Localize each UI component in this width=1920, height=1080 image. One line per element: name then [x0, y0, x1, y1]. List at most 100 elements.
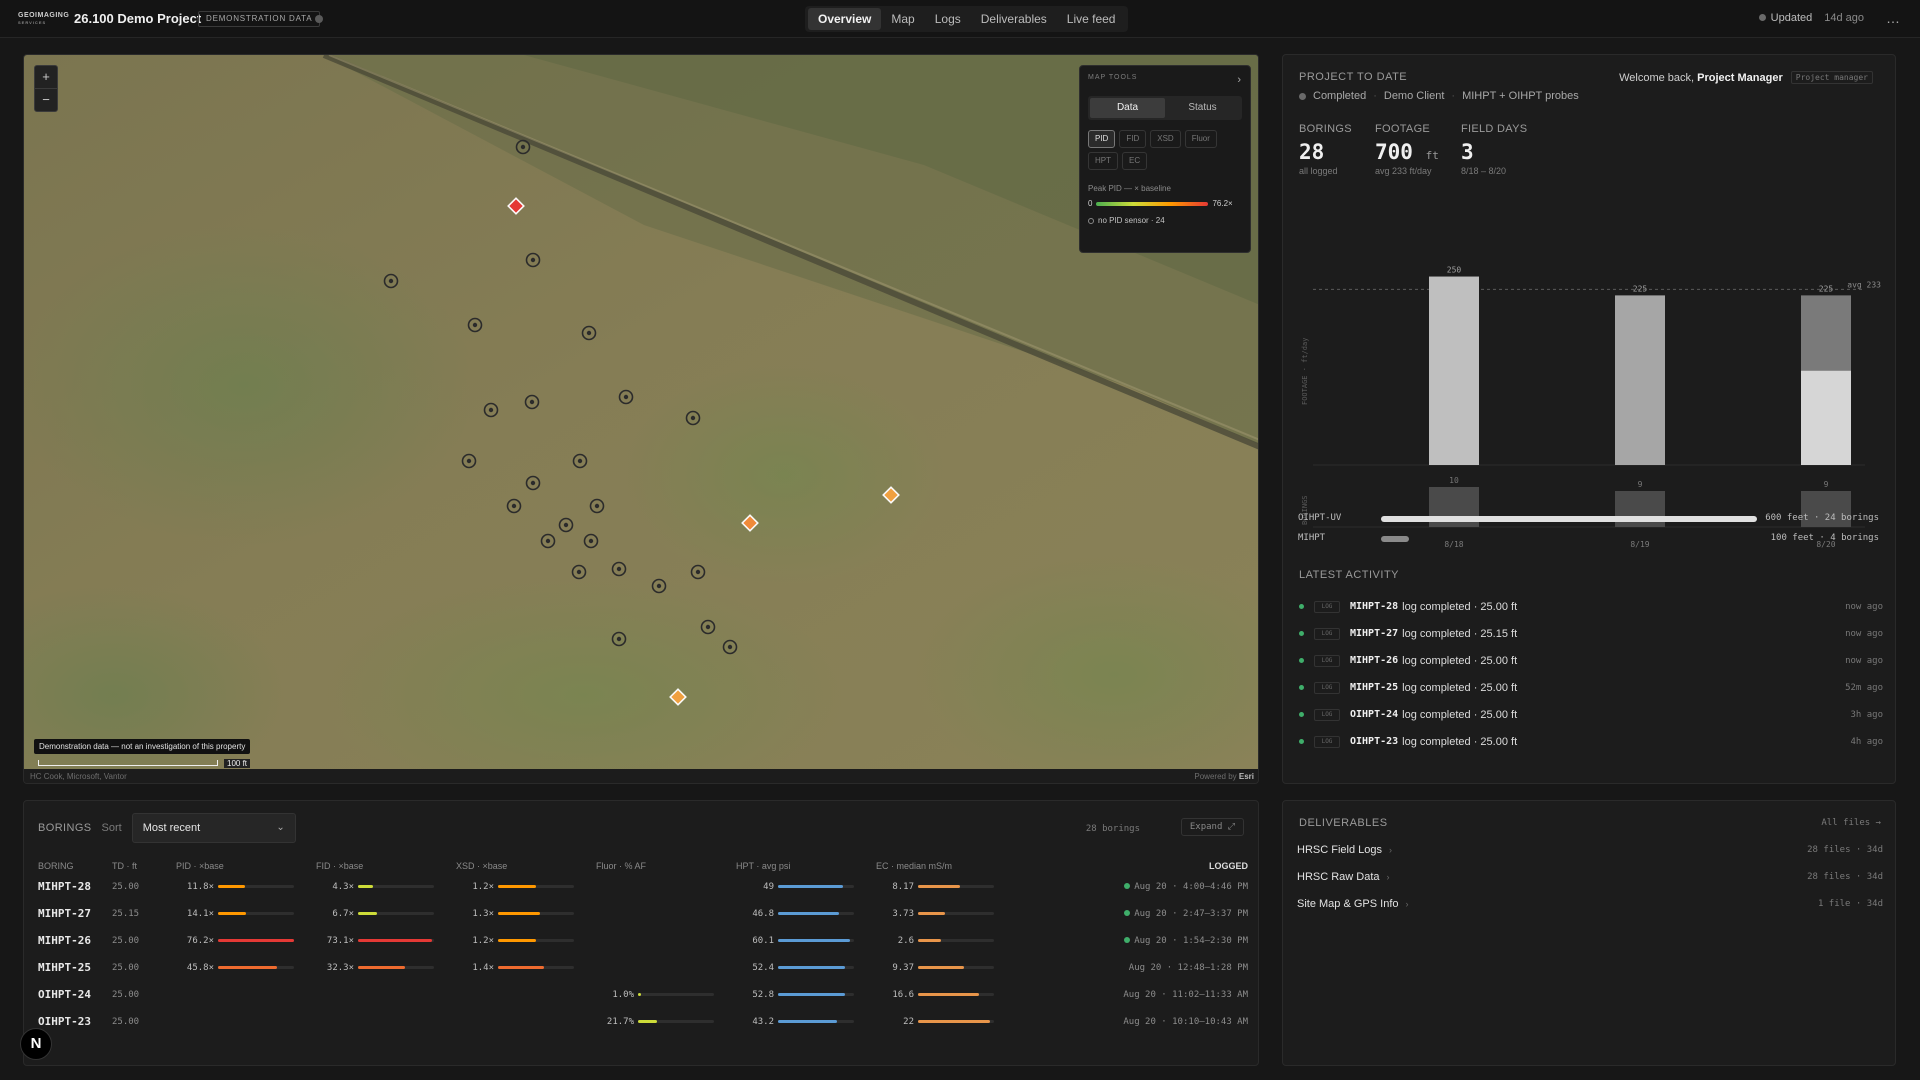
- boring-marker[interactable]: [383, 273, 399, 289]
- sort-select[interactable]: Most recent ⌄: [131, 813, 296, 843]
- satellite-map[interactable]: + − MAP TOOLS › Data Status PID FID XSD Fluor…: [24, 55, 1258, 769]
- activity-item[interactable]: LOG OIHPT-24 log completed · 25.00 ft 3h ag…: [1299, 701, 1883, 728]
- table-row[interactable]: MIHPT-27 25.15 14.1× 6.7× 1.3× 46.8 3.73 Aug 20…: [38, 900, 1248, 927]
- segment-data[interactable]: Data: [1090, 98, 1165, 118]
- boring-marker[interactable]: [506, 498, 522, 514]
- tab-logs[interactable]: Logs: [925, 8, 971, 30]
- boring-marker[interactable]: [611, 631, 627, 647]
- chip-fluor[interactable]: Fluor: [1184, 130, 1217, 148]
- hpt-cell: 49: [736, 873, 876, 900]
- borings-count: 28 borings: [1085, 824, 1140, 834]
- boring-marker[interactable]: [515, 139, 531, 155]
- all-files-link[interactable]: All files →: [1821, 818, 1881, 828]
- table-row[interactable]: MIHPT-25 25.00 45.8× 32.3× 1.4× 52.4 9.37 Aug 2…: [38, 954, 1248, 981]
- footage-bar: [1429, 276, 1479, 465]
- boring-marker[interactable]: [581, 325, 597, 341]
- activity-item[interactable]: LOG MIHPT-26 log completed · 25.00 ft now a…: [1299, 647, 1883, 674]
- boring-marker[interactable]: [525, 252, 541, 268]
- boring-marker[interactable]: [685, 410, 701, 426]
- zoom-out-button[interactable]: −: [35, 89, 57, 112]
- column-header[interactable]: LOGGED: [1026, 859, 1248, 873]
- boring-marker[interactable]: [571, 564, 587, 580]
- deliverable-item[interactable]: HRSC Raw Data › 28 files · 34d: [1297, 866, 1883, 888]
- completed-dot-icon: [1299, 92, 1306, 100]
- fid-cell: [316, 1008, 456, 1035]
- boring-marker[interactable]: [467, 317, 483, 333]
- column-header[interactable]: Fluor · % AF: [596, 859, 736, 873]
- segment-status[interactable]: Status: [1165, 98, 1240, 118]
- boring-marker[interactable]: [589, 498, 605, 514]
- log-tag: LOG: [1314, 681, 1340, 694]
- footage-value-label: 225: [1819, 284, 1834, 293]
- activity-item[interactable]: LOG MIHPT-28 log completed · 25.00 ft now a…: [1299, 593, 1883, 620]
- boring-marker[interactable]: [690, 564, 706, 580]
- zoom-in-button[interactable]: +: [35, 66, 57, 89]
- column-header[interactable]: XSD · ×base: [456, 859, 596, 873]
- pid-cell: [176, 1008, 316, 1035]
- activity-item[interactable]: LOG MIHPT-25 log completed · 25.00 ft 52m a…: [1299, 674, 1883, 701]
- x-tick-label: 8/18: [1444, 540, 1463, 549]
- boring-marker[interactable]: [583, 533, 599, 549]
- chip-fid[interactable]: FID: [1119, 130, 1147, 148]
- table-row[interactable]: MIHPT-28 25.00 11.8× 4.3× 1.2× 49 8.17 Aug 20 ·…: [38, 873, 1248, 900]
- more-menu-icon[interactable]: …: [1886, 10, 1900, 26]
- boring-marker[interactable]: [572, 453, 588, 469]
- esri-link[interactable]: Esri: [1239, 772, 1254, 781]
- chip-hpt[interactable]: HPT: [1088, 152, 1118, 170]
- activity-item[interactable]: LOG MIHPT-27 log completed · 25.15 ft now a…: [1299, 620, 1883, 647]
- powered-by-label: Powered by: [1194, 772, 1237, 781]
- boring-marker[interactable]: [558, 517, 574, 533]
- latest-activity-title: LATEST ACTIVITY: [1299, 569, 1400, 581]
- pid-hit-marker[interactable]: [741, 514, 759, 532]
- top-bar: GEOIMAGING SERVICES 26.100 Demo Project …: [0, 0, 1920, 38]
- company-logo[interactable]: GEOIMAGING SERVICES: [18, 12, 69, 26]
- ec-value: 3.73: [892, 908, 914, 919]
- hpt-cell: 52.4: [736, 954, 876, 981]
- tab-deliverables[interactable]: Deliverables: [971, 8, 1057, 30]
- activity-item[interactable]: LOG OIHPT-23 log completed · 25.00 ft 4h ag…: [1299, 728, 1883, 755]
- boring-marker[interactable]: [524, 394, 540, 410]
- activity-text: log completed · 25.00 ft: [1402, 654, 1518, 667]
- column-header[interactable]: EC · median mS/m: [876, 859, 1026, 873]
- user-name[interactable]: Project Manager: [1697, 72, 1783, 84]
- chip-ec[interactable]: EC: [1122, 152, 1148, 170]
- boring-marker[interactable]: [461, 453, 477, 469]
- table-row[interactable]: OIHPT-23 25.00 21.7% 43.2 22 Aug 20 · 10:10–1…: [38, 1008, 1248, 1035]
- column-header[interactable]: TD · ft: [112, 859, 176, 873]
- tab-map[interactable]: Map: [881, 8, 924, 30]
- column-header[interactable]: FID · ×base: [316, 859, 456, 873]
- boring-marker[interactable]: [722, 639, 738, 655]
- corner-n-badge[interactable]: N: [20, 1028, 52, 1060]
- boring-marker[interactable]: [525, 475, 541, 491]
- boring-marker[interactable]: [651, 578, 667, 594]
- deliverable-item[interactable]: HRSC Field Logs › 28 files · 34d: [1297, 839, 1883, 861]
- column-header[interactable]: PID · ×base: [176, 859, 316, 873]
- column-header[interactable]: BORING: [38, 859, 112, 873]
- boring-marker[interactable]: [540, 533, 556, 549]
- pid-hit-marker[interactable]: [669, 688, 687, 706]
- xsd-value: 1.4×: [472, 962, 494, 973]
- tab-live-feed[interactable]: Live feed: [1057, 8, 1126, 30]
- table-row[interactable]: OIHPT-24 25.00 1.0% 52.8 16.6 Aug 20 · 11:02–…: [38, 981, 1248, 1008]
- fid-value: 32.3×: [326, 962, 354, 973]
- pid-hit-marker[interactable]: [882, 486, 900, 504]
- deliverable-item[interactable]: Site Map & GPS Info › 1 file · 34d: [1297, 893, 1883, 915]
- column-header[interactable]: HPT · avg psi: [736, 859, 876, 873]
- boring-marker[interactable]: [700, 619, 716, 635]
- hpt-value: 52.4: [752, 962, 774, 973]
- boring-marker[interactable]: [483, 402, 499, 418]
- method-bar-oihpt: [1381, 516, 1757, 522]
- status-dot-icon: [1299, 631, 1304, 636]
- tab-overview[interactable]: Overview: [808, 8, 882, 30]
- table-row[interactable]: MIHPT-26 25.00 76.2× 73.1× 1.2× 60.1 2.6 Aug 20…: [38, 927, 1248, 954]
- boring-marker[interactable]: [618, 389, 634, 405]
- xsd-bar-fill: [498, 912, 540, 915]
- pid-hit-marker[interactable]: [507, 197, 525, 215]
- chip-pid[interactable]: PID: [1088, 130, 1116, 148]
- xsd-cell: [456, 981, 596, 1008]
- deliverable-meta: 28 files · 34d: [1807, 845, 1883, 855]
- expand-button[interactable]: Expand ⤢: [1180, 818, 1244, 836]
- chip-xsd[interactable]: XSD: [1150, 130, 1181, 148]
- collapse-chevron-icon[interactable]: ›: [1237, 74, 1242, 86]
- boring-marker[interactable]: [611, 561, 627, 577]
